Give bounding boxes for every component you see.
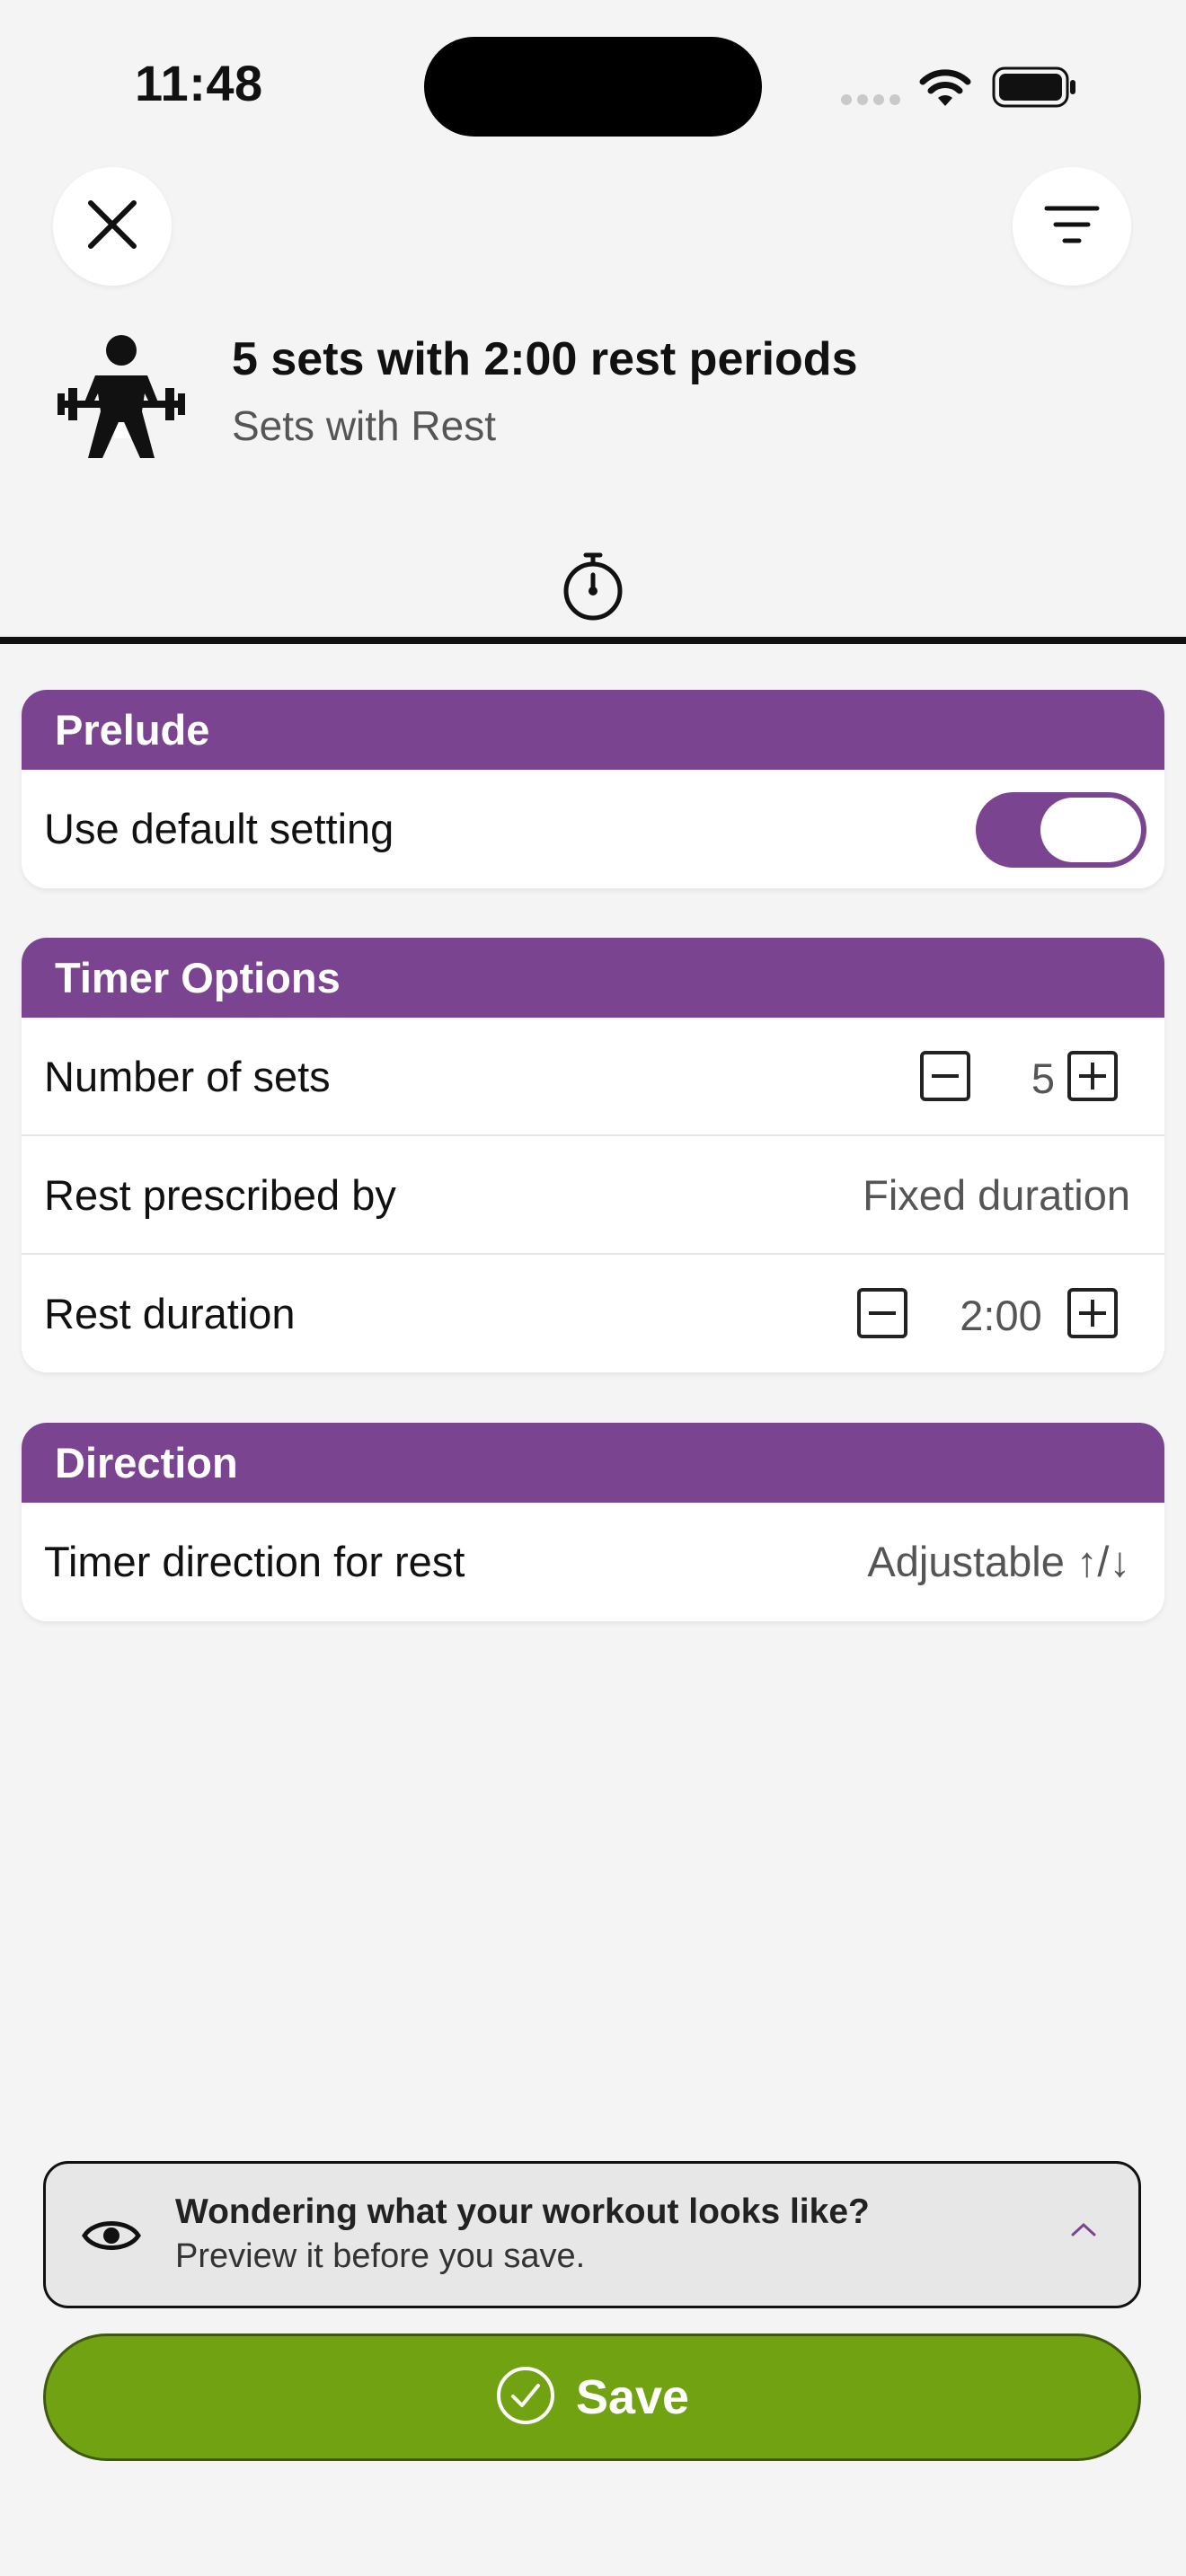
rest-decrement-button[interactable] <box>857 1288 907 1338</box>
tab-timer[interactable] <box>559 550 627 623</box>
sets-value: 5 <box>1031 1054 1056 1102</box>
eye-icon <box>82 2216 141 2260</box>
sets-increment-button[interactable] <box>1067 1051 1118 1101</box>
rest-prescribed-row[interactable]: Rest prescribed by Fixed duration <box>22 1134 1164 1253</box>
direction-section: Direction Timer direction for rest Adjus… <box>22 1423 1164 1621</box>
check-circle-icon <box>495 2365 556 2430</box>
toggle-knob <box>1040 798 1141 862</box>
preview-banner[interactable]: Wondering what your workout looks like? … <box>43 2161 1141 2308</box>
filter-button[interactable] <box>1013 167 1131 286</box>
save-button[interactable]: Save <box>43 2333 1141 2461</box>
rest-prescribed-value: Fixed duration <box>863 1170 1130 1219</box>
battery-icon <box>992 66 1078 112</box>
chevron-up-icon[interactable] <box>1070 2221 1097 2242</box>
rest-duration-row: Rest duration 2:00 <box>22 1253 1164 1372</box>
rest-duration-label: Rest duration <box>44 1289 296 1337</box>
cellular-signal-icon <box>841 93 906 110</box>
section-header: Timer Options <box>22 938 1164 1018</box>
workout-title: 5 sets with 2:00 rest periods <box>232 333 858 385</box>
timer-options-section: Timer Options Number of sets 5 Rest pres… <box>22 938 1164 1372</box>
section-header: Prelude <box>22 690 1164 770</box>
rest-prescribed-label: Rest prescribed by <box>44 1170 396 1219</box>
close-icon <box>85 198 139 256</box>
rest-direction-label: Timer direction for rest <box>44 1537 465 1585</box>
use-default-row: Use default setting <box>22 770 1164 887</box>
number-of-sets-row: Number of sets 5 <box>22 1018 1164 1134</box>
dynamic-island <box>424 37 762 137</box>
stopwatch-icon <box>559 552 627 627</box>
number-of-sets-label: Number of sets <box>44 1052 331 1100</box>
workout-subtitle: Sets with Rest <box>232 402 496 449</box>
preview-title: Wondering what your workout looks like? <box>175 2192 870 2231</box>
status-time: 11:48 <box>135 55 263 111</box>
filter-icon <box>1043 203 1101 251</box>
tab-indicator <box>0 637 1186 644</box>
preview-subtitle: Preview it before you save. <box>175 2237 586 2275</box>
rest-duration-value: 2:00 <box>960 1292 1042 1339</box>
weightlift-icon <box>54 332 189 473</box>
prelude-section: Prelude Use default setting <box>22 690 1164 888</box>
wifi-icon <box>918 66 972 112</box>
section-header: Direction <box>22 1423 1164 1503</box>
rest-direction-value: Adjustable ↑/↓ <box>867 1537 1130 1585</box>
use-default-label: Use default setting <box>44 804 394 852</box>
close-button[interactable] <box>53 167 172 286</box>
rest-direction-row[interactable]: Timer direction for rest Adjustable ↑/↓ <box>22 1503 1164 1619</box>
sets-decrement-button[interactable] <box>920 1051 970 1101</box>
use-default-toggle[interactable] <box>976 792 1146 868</box>
rest-increment-button[interactable] <box>1067 1288 1118 1338</box>
save-label: Save <box>575 2370 690 2424</box>
